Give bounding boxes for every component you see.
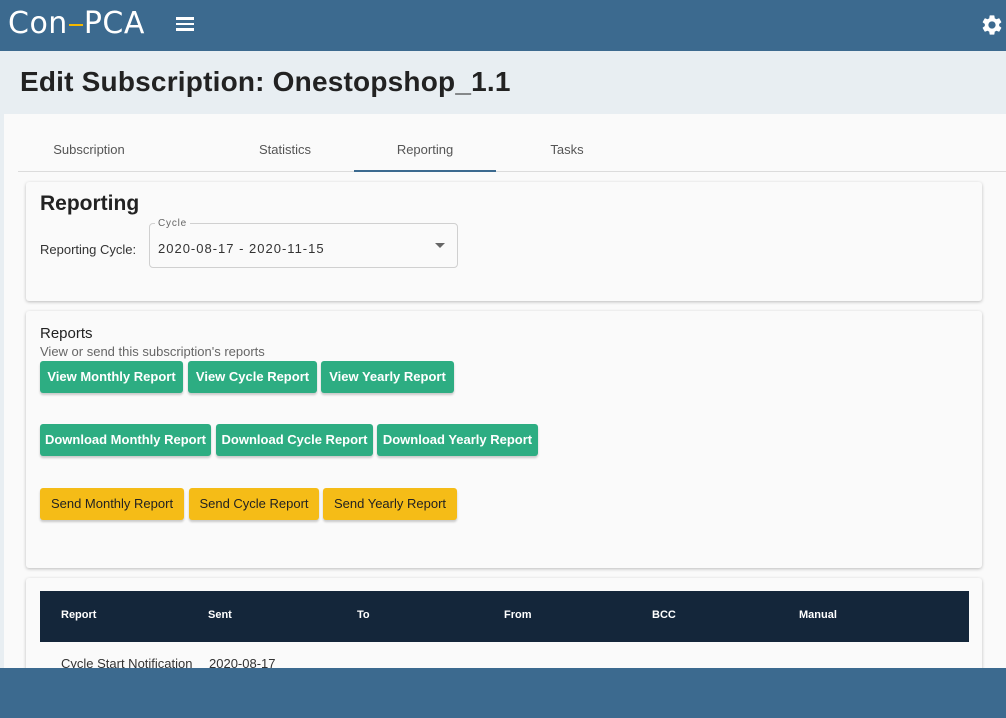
logo-text-right: PCA bbox=[83, 6, 145, 41]
reports-subtitle: View or send this subscription's reports bbox=[40, 344, 265, 359]
send-monthly-report-button[interactable]: Send Monthly Report bbox=[40, 488, 184, 520]
column-header-manual[interactable]: Manual bbox=[799, 609, 837, 621]
view-cycle-report-button[interactable]: View Cycle Report bbox=[188, 361, 317, 393]
column-header-sent[interactable]: Sent bbox=[208, 609, 232, 621]
tab-subscription-configuration[interactable]: Subscription Configuration bbox=[18, 130, 160, 197]
column-header-bcc[interactable]: BCC bbox=[652, 609, 676, 621]
logo-text-left: Con bbox=[8, 6, 68, 41]
column-header-report[interactable]: Report bbox=[61, 609, 96, 621]
top-app-bar bbox=[0, 0, 1006, 51]
cycle-select-label: Cycle bbox=[155, 218, 191, 229]
column-header-to[interactable]: To bbox=[357, 609, 370, 621]
reports-heading: Reports bbox=[40, 325, 93, 342]
send-yearly-report-button[interactable]: Send Yearly Report bbox=[323, 488, 457, 520]
page-title: Edit Subscription: Onestopshop_1.1 bbox=[20, 66, 511, 97]
gear-icon[interactable] bbox=[980, 13, 1004, 37]
app-logo[interactable]: Con PCA bbox=[8, 6, 145, 42]
logo-dash bbox=[68, 23, 83, 26]
reporting-heading: Reporting bbox=[40, 192, 140, 215]
tab-reporting[interactable]: Reporting bbox=[354, 130, 496, 172]
tab-statistics[interactable]: Statistics bbox=[214, 130, 356, 172]
cycle-select-value: 2020-08-17 - 2020-11-15 bbox=[158, 241, 325, 256]
column-header-from[interactable]: From bbox=[504, 609, 532, 621]
tab-tasks[interactable]: Tasks bbox=[496, 130, 638, 172]
reporting-cycle-label: Reporting Cycle: bbox=[40, 242, 137, 257]
view-yearly-report-button[interactable]: View Yearly Report bbox=[321, 361, 454, 393]
caret-down-icon[interactable] bbox=[435, 243, 445, 248]
view-monthly-report-button[interactable]: View Monthly Report bbox=[40, 361, 183, 393]
tab-bar: Subscription Configuration Statistics Re… bbox=[18, 130, 1006, 197]
hamburger-menu-icon[interactable] bbox=[174, 14, 196, 36]
bottom-footer-bar bbox=[0, 668, 1006, 718]
download-yearly-report-button[interactable]: Download Yearly Report bbox=[377, 424, 538, 456]
send-cycle-report-button[interactable]: Send Cycle Report bbox=[189, 488, 319, 520]
download-cycle-report-button[interactable]: Download Cycle Report bbox=[216, 424, 373, 456]
download-monthly-report-button[interactable]: Download Monthly Report bbox=[40, 424, 211, 456]
